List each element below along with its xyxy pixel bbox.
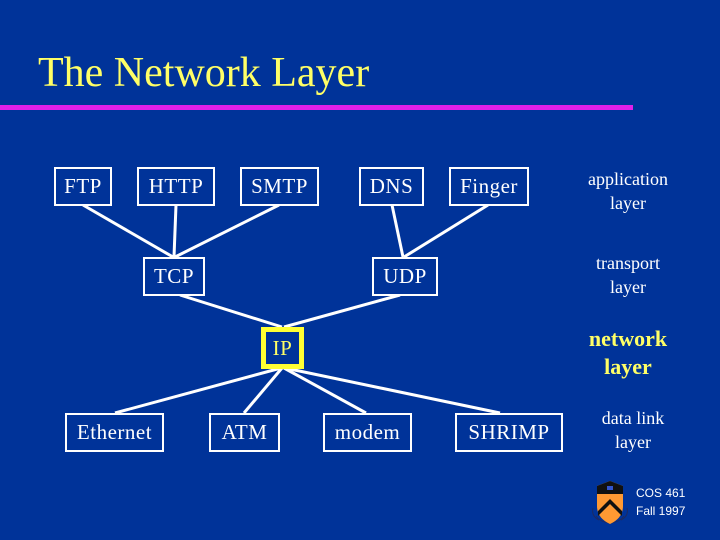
node-label: IP <box>272 335 293 360</box>
node-atm: ATM <box>209 413 280 452</box>
node-modem: modem <box>323 413 412 452</box>
edge-ip-atm <box>242 367 284 414</box>
edge-ip-shrimp <box>284 366 501 415</box>
node-udp: UDP <box>372 257 438 296</box>
node-finger: Finger <box>449 167 529 206</box>
edge-dns-udp <box>390 204 405 258</box>
node-label: Finger <box>460 174 518 198</box>
node-tcp: TCP <box>143 257 205 296</box>
layer-label-transport: transport layer <box>563 251 693 299</box>
layer-label-line: transport <box>596 253 660 273</box>
layer-label-line: layer <box>610 193 646 213</box>
princeton-shield-icon <box>592 481 628 524</box>
footer-course-info: COS 461 Fall 1997 <box>636 484 685 520</box>
edge-udp-ip <box>283 293 401 329</box>
layer-label-line: network <box>588 326 668 351</box>
edge-smtp-tcp <box>174 203 280 259</box>
edge-ftp-tcp <box>82 203 174 259</box>
layer-label-line: layer <box>604 354 652 379</box>
layer-label-line: data link <box>601 408 665 428</box>
edge-tcp-ip <box>179 293 283 329</box>
layer-label-network: network layer <box>563 325 693 381</box>
node-label: SHRIMP <box>468 420 550 444</box>
node-ip: IP <box>261 327 304 369</box>
footer-course: COS 461 <box>636 486 686 500</box>
node-label: SMTP <box>251 174 308 198</box>
node-label: Ethernet <box>76 420 153 444</box>
edge-ip-ethernet <box>114 366 282 415</box>
node-label: HTTP <box>148 174 204 198</box>
node-dns: DNS <box>359 167 424 206</box>
layer-label-line: layer <box>615 432 651 452</box>
node-label: DNS <box>369 174 414 198</box>
node-label: modem <box>334 420 401 444</box>
node-http: HTTP <box>137 167 215 206</box>
node-label: ATM <box>221 420 268 444</box>
node-label: FTP <box>64 174 102 198</box>
node-ethernet: Ethernet <box>65 413 164 452</box>
footer-term: Fall 1997 <box>636 504 686 518</box>
node-smtp: SMTP <box>240 167 319 206</box>
node-label: UDP <box>383 264 427 288</box>
edge-http-tcp <box>172 204 178 258</box>
layer-label-line: layer <box>610 277 646 297</box>
node-label: TCP <box>153 264 194 288</box>
layer-label-application: application layer <box>563 167 693 215</box>
edge-finger-udp <box>403 203 489 259</box>
edge-ip-modem <box>283 366 367 415</box>
layer-label-datalink: data link layer <box>568 406 698 454</box>
node-ftp: FTP <box>54 167 112 206</box>
layer-label-line: application <box>588 169 668 189</box>
node-shrimp: SHRIMP <box>455 413 563 452</box>
